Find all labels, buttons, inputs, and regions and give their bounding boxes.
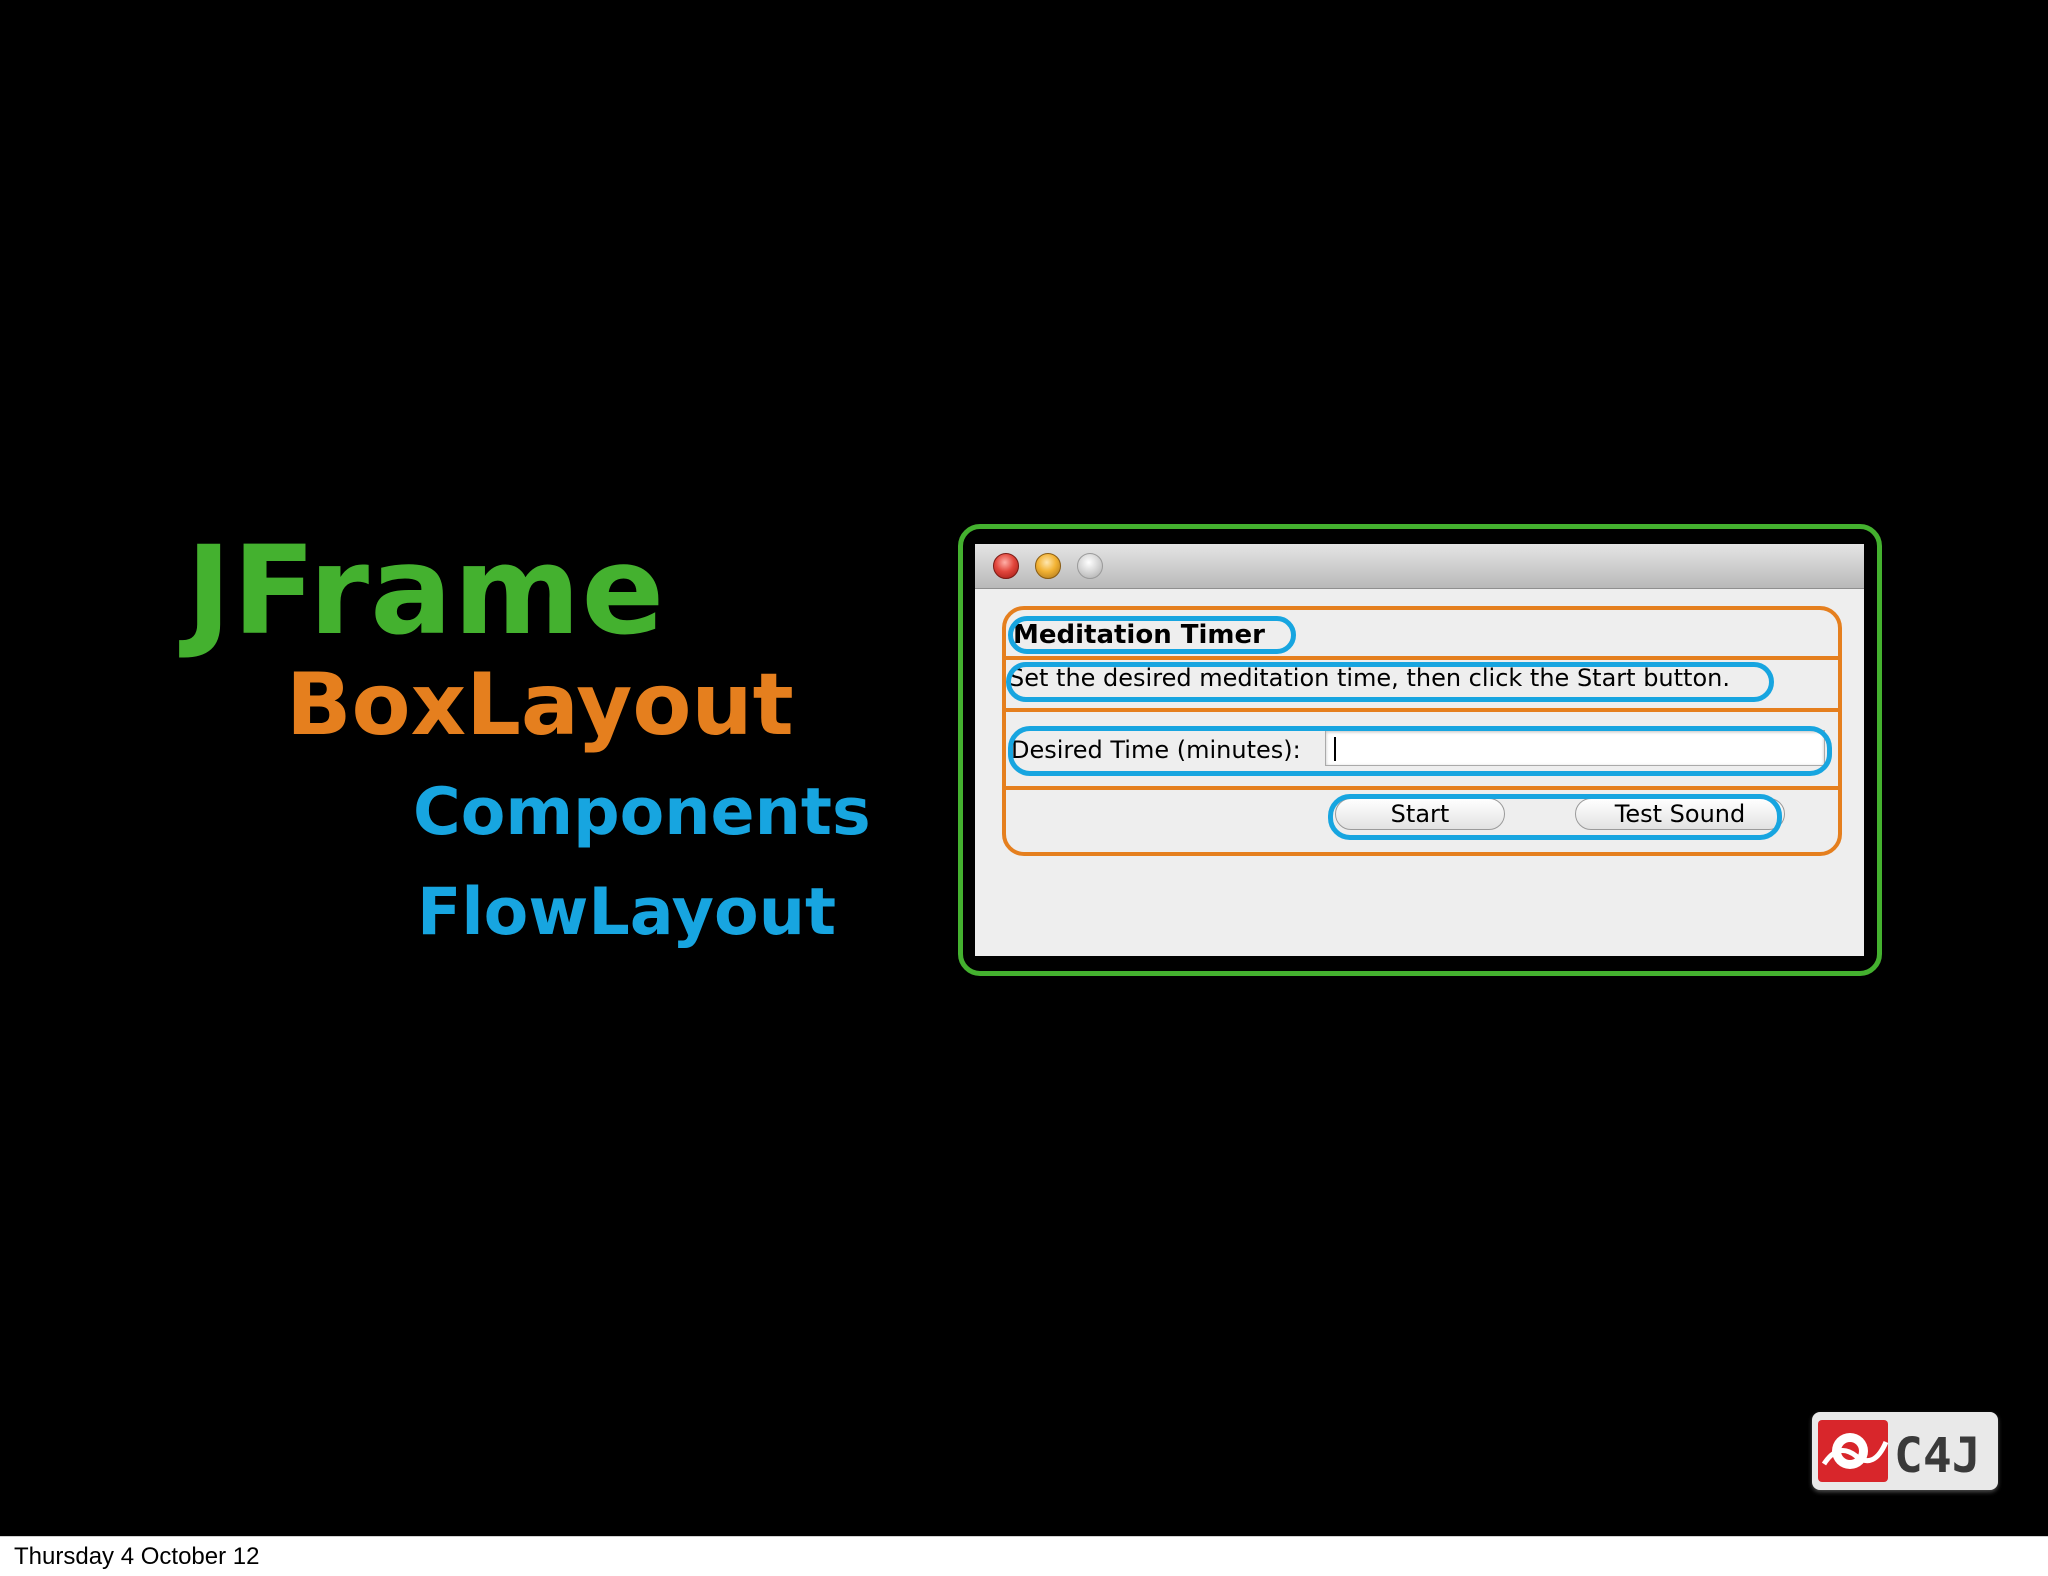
meditation-timer-window: Meditation Timer Set the desired meditat… [975,544,1864,956]
flowlayout-label: FlowLayout [417,875,837,950]
minimize-icon[interactable] [1035,553,1061,579]
footer-date: Thursday 4 October 12 [14,1543,260,1570]
jframe-label: JFrame [186,520,666,662]
components-label: Components [413,775,871,850]
start-button[interactable]: Start [1335,798,1505,830]
desired-time-input[interactable] [1325,730,1825,766]
close-icon[interactable] [993,553,1019,579]
text-caret [1334,737,1336,761]
c4j-logo-text: C4J [1894,1428,1981,1484]
c4j-logo-graphic: C4J [1818,1420,1981,1484]
test-sound-button[interactable]: Test Sound [1575,798,1785,830]
boxlayout-label: BoxLayout [286,655,794,755]
footer-bar: Thursday 4 October 12 [0,1536,2048,1576]
window-titlebar [975,544,1864,589]
app-title: Meditation Timer [1013,620,1265,650]
instructions-text: Set the desired meditation time, then cl… [1009,664,1730,692]
zoom-icon[interactable] [1077,553,1103,579]
desired-time-label: Desired Time (minutes): [1011,736,1301,764]
c4j-logo: C4J [1812,1412,1998,1490]
slide: JFrame BoxLayout Components FlowLayout M… [0,0,2048,1536]
